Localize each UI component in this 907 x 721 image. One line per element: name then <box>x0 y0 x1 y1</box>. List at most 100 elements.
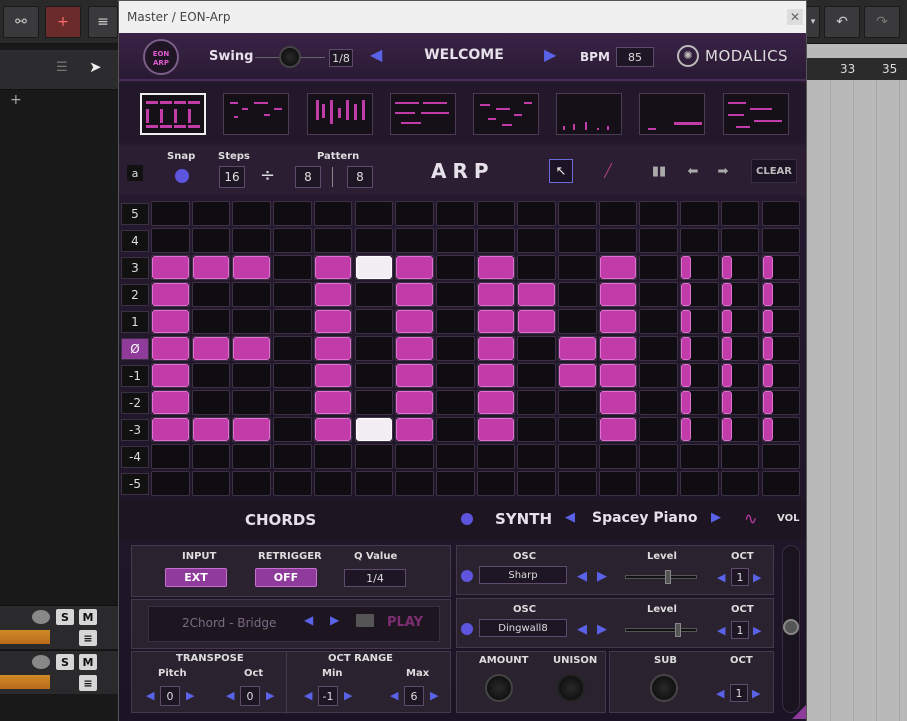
active-step[interactable] <box>721 283 732 306</box>
pattern-preset-thumb[interactable] <box>639 93 705 135</box>
step-cell[interactable] <box>720 471 760 496</box>
mode-button[interactable]: a <box>127 165 143 181</box>
menu-icon[interactable]: ≡ <box>88 6 118 38</box>
step-cell[interactable] <box>598 444 638 469</box>
clear-button[interactable]: CLEAR <box>751 159 797 183</box>
pattern-preset-thumb[interactable] <box>307 93 373 135</box>
step-cell[interactable] <box>476 201 516 226</box>
swing-value[interactable]: 1/8 <box>329 49 353 67</box>
step-cell[interactable] <box>517 444 556 469</box>
swing-knob[interactable] <box>279 46 301 68</box>
active-step[interactable] <box>396 310 433 333</box>
active-step[interactable] <box>559 364 596 387</box>
solo-button[interactable]: S <box>56 654 74 670</box>
osc2-level-slider[interactable] <box>625 628 697 632</box>
pattern-preset-thumb[interactable] <box>140 93 206 135</box>
step-cell[interactable] <box>354 201 394 226</box>
active-step[interactable] <box>599 337 637 360</box>
active-step[interactable] <box>477 310 515 333</box>
active-step[interactable] <box>355 418 393 441</box>
osc1-level-slider[interactable] <box>625 575 697 579</box>
retrigger-button[interactable]: OFF <box>255 568 317 587</box>
step-cell[interactable] <box>273 417 312 442</box>
osc2-wave-select[interactable]: Dingwall8 <box>479 619 567 637</box>
pattern-preset-thumb[interactable] <box>223 93 289 135</box>
active-step[interactable] <box>721 418 732 441</box>
step-cell[interactable] <box>435 417 475 442</box>
step-cell[interactable] <box>558 228 597 253</box>
active-step[interactable] <box>477 391 515 414</box>
active-step[interactable] <box>681 418 692 441</box>
preset-name[interactable]: WELCOME <box>399 47 529 63</box>
step-cell[interactable] <box>639 336 679 361</box>
active-step[interactable] <box>762 391 773 414</box>
solo-button[interactable]: S <box>56 609 74 625</box>
step-cell[interactable] <box>639 255 679 280</box>
step-cell[interactable] <box>558 471 597 496</box>
step-cell[interactable] <box>151 201 190 226</box>
active-step[interactable] <box>396 364 433 387</box>
step-cell[interactable] <box>273 201 312 226</box>
active-step[interactable] <box>681 337 692 360</box>
step-cell[interactable] <box>313 444 353 469</box>
unison-knob[interactable] <box>557 674 585 702</box>
step-cell[interactable] <box>558 309 597 334</box>
step-cell[interactable] <box>232 390 272 415</box>
step-cell[interactable] <box>273 471 312 496</box>
step-cell[interactable] <box>435 201 475 226</box>
chords-tab[interactable]: CHORDS <box>245 511 316 529</box>
step-cell[interactable] <box>598 228 638 253</box>
step-cell[interactable] <box>354 363 394 388</box>
step-cell[interactable] <box>517 255 556 280</box>
draw-tool-icon[interactable]: ╱ <box>596 159 620 183</box>
active-step[interactable] <box>681 283 692 306</box>
active-step[interactable] <box>599 391 637 414</box>
step-cell[interactable] <box>517 390 556 415</box>
step-cell[interactable] <box>354 336 394 361</box>
step-cell[interactable] <box>273 228 312 253</box>
osc1-level-thumb[interactable] <box>664 570 671 584</box>
step-cell[interactable] <box>354 390 394 415</box>
osc1-oct-up-icon[interactable]: ▶ <box>753 571 761 584</box>
active-step[interactable] <box>477 418 515 441</box>
active-step[interactable] <box>599 418 637 441</box>
min-down-icon[interactable]: ◀ <box>304 689 312 702</box>
active-step[interactable] <box>152 283 189 306</box>
osc2-level-thumb[interactable] <box>674 623 681 637</box>
step-cell[interactable] <box>598 201 638 226</box>
step-cell[interactable] <box>761 201 801 226</box>
active-step[interactable] <box>396 391 433 414</box>
active-step[interactable] <box>762 418 773 441</box>
step-cell[interactable] <box>354 444 394 469</box>
active-step[interactable] <box>762 310 773 333</box>
resize-corner-icon[interactable] <box>792 705 806 719</box>
sub-oct-up-icon[interactable]: ▶ <box>752 687 760 700</box>
active-step[interactable] <box>152 337 189 360</box>
routing-icon[interactable]: ⚯ <box>3 6 39 38</box>
active-step[interactable] <box>721 364 732 387</box>
step-cell[interactable] <box>354 471 394 496</box>
step-cell[interactable] <box>191 309 231 334</box>
step-cell[interactable] <box>232 363 272 388</box>
step-cell[interactable] <box>639 282 679 307</box>
step-cell[interactable] <box>517 228 556 253</box>
osc2-enable-toggle[interactable] <box>461 623 473 635</box>
volume-thumb[interactable] <box>783 619 799 635</box>
step-cell[interactable] <box>761 444 801 469</box>
sub-knob[interactable] <box>650 674 678 702</box>
step-cell[interactable] <box>435 309 475 334</box>
min-up-icon[interactable]: ▶ <box>344 689 352 702</box>
step-cell[interactable] <box>232 309 272 334</box>
active-step[interactable] <box>314 337 352 360</box>
step-cell[interactable] <box>517 363 556 388</box>
active-step[interactable] <box>518 283 555 306</box>
step-cell[interactable] <box>598 471 638 496</box>
osc1-oct-value[interactable]: 1 <box>731 568 749 586</box>
pattern-preset-thumb[interactable] <box>473 93 539 135</box>
step-cell[interactable] <box>273 336 312 361</box>
active-step[interactable] <box>233 337 271 360</box>
active-step[interactable] <box>314 364 352 387</box>
step-cell[interactable] <box>273 282 312 307</box>
pattern-preset-thumb[interactable] <box>723 93 789 135</box>
active-step[interactable] <box>192 256 230 279</box>
